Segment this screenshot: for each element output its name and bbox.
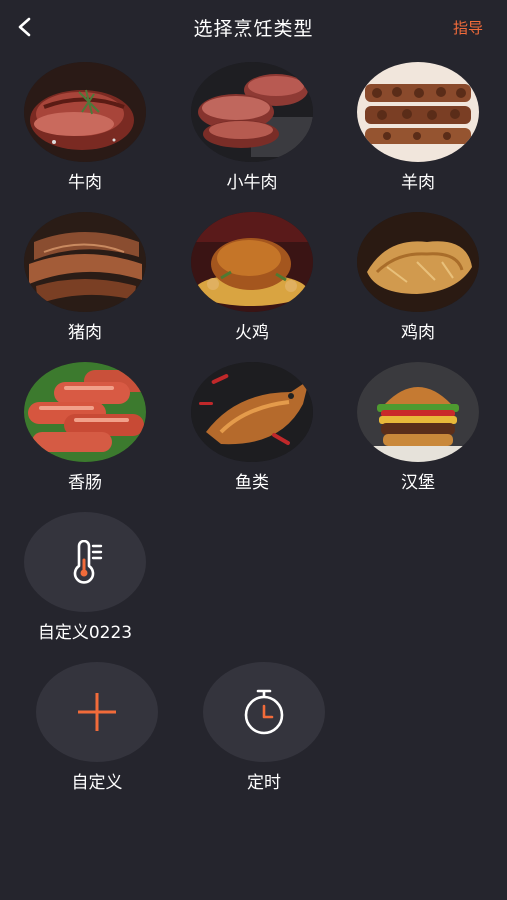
category-turkey[interactable]: 火鸡: [182, 212, 322, 343]
category-chicken[interactable]: 鸡肉: [348, 212, 488, 343]
category-burger[interactable]: 汉堡: [348, 362, 488, 493]
custom-preset-circle: [24, 512, 146, 612]
category-sausage[interactable]: 香肠: [15, 362, 155, 493]
add-custom-label: 自定义: [71, 773, 123, 793]
category-label: 猪肉: [68, 323, 102, 343]
veal-image: [191, 62, 313, 162]
category-label: 香肠: [68, 473, 102, 493]
grilled-fish-image: [191, 362, 313, 462]
sausage-image: [24, 362, 146, 462]
timer-button[interactable]: 定时: [194, 662, 334, 793]
category-lamb[interactable]: 羊肉: [348, 62, 488, 193]
app-header: 选择烹饪类型 指导: [0, 0, 507, 56]
category-pork[interactable]: 猪肉: [15, 212, 155, 343]
category-label: 汉堡: [401, 473, 435, 493]
page-title: 选择烹饪类型: [193, 18, 314, 40]
category-label: 鸡肉: [401, 323, 435, 343]
roast-turkey-image: [191, 212, 313, 312]
category-label: 羊肉: [401, 173, 435, 193]
pork-ribs-image: [24, 212, 146, 312]
category-label: 牛肉: [68, 173, 102, 193]
timer-label: 定时: [247, 773, 281, 793]
plus-icon: [78, 693, 116, 731]
custom-preset-label: 自定义0223: [37, 623, 133, 643]
roast-chicken-image: [357, 212, 479, 312]
timer-circle: [203, 662, 325, 762]
category-label: 小牛肉: [226, 173, 278, 193]
custom-preset-0223[interactable]: 自定义0223: [15, 512, 155, 643]
category-label: 鱼类: [235, 473, 269, 493]
category-fish[interactable]: 鱼类: [182, 362, 322, 493]
category-label: 火鸡: [235, 323, 269, 343]
burger-image: [357, 362, 479, 462]
category-veal[interactable]: 小牛肉: [182, 62, 322, 193]
lamb-skewers-image: [357, 62, 479, 162]
thermometer-icon: [73, 540, 103, 584]
beef-steak-image: [24, 62, 146, 162]
add-custom-button[interactable]: 自定义: [27, 662, 167, 793]
guide-link[interactable]: 指导: [453, 17, 483, 38]
stopwatch-icon: [244, 689, 284, 735]
add-custom-circle: [36, 662, 158, 762]
category-beef[interactable]: 牛肉: [15, 62, 155, 193]
